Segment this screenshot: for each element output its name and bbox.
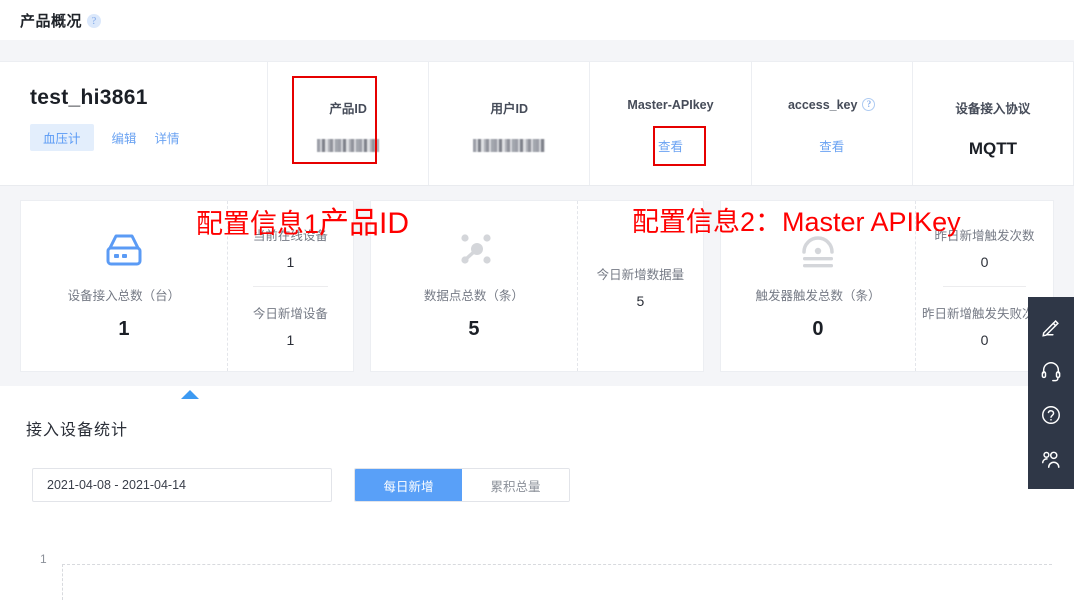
stat-main-value: 5 [468,318,479,341]
field-label-text: access_key [788,98,858,112]
stat-main-label: 触发器触发总数（条） [755,285,880,304]
stat-side-value: 5 [584,293,697,309]
product-identity: test_hi3861 血压计 编辑 详情 [0,62,268,185]
divider [253,286,328,287]
edit-link[interactable]: 编辑 [112,128,137,147]
field-label: access_key ? [788,98,876,112]
header-divider-band [0,40,1074,62]
stat-card-triggers: 触发器触发总数（条） 0 昨日新增触发次数 0 昨日新增触发失败次数 0 [720,200,1054,372]
chart-gridline-horizontal [62,564,1052,565]
stat-card-datapoints: 数据点总数（条） 5 今日新增数据量 5 [370,200,704,372]
page-title: 产品概况 [20,10,82,31]
headset-support-icon[interactable] [1028,349,1074,393]
tab-daily-new[interactable]: 每日新增 [355,469,462,501]
field-label: 产品ID [329,98,367,117]
device-protocol-value: MQTT [969,139,1017,159]
field-device-protocol: 设备接入协议 MQTT [913,62,1074,185]
chart-gridline-vertical [62,564,63,600]
stat-side-value: 1 [234,332,347,348]
field-label: 用户ID [491,98,529,117]
page-header: 产品概况 ? [0,0,1074,40]
stat-main: 设备接入总数（台） 1 [21,201,227,371]
pencil-edit-icon[interactable] [1028,305,1074,349]
stat-side-item: 当前在线设备 1 [234,225,347,270]
field-user-id: 用户ID [429,62,590,185]
user-id-redacted-value [473,139,545,152]
stat-side-label: 昨日新增触发次数 [922,225,1047,244]
divider [943,286,1026,287]
stat-main: 触发器触发总数（条） 0 [721,201,915,371]
field-master-apikey: Master-APIkey 查看 [590,62,751,185]
access-key-help-icon[interactable]: ? [862,98,875,111]
field-label: 设备接入协议 [955,98,1030,117]
field-access-key: access_key ? 查看 [752,62,913,185]
stat-main: 数据点总数（条） 5 [371,201,577,371]
stat-side-value: 0 [922,254,1047,270]
stat-main-value: 1 [118,318,129,341]
floating-side-toolbar [1028,297,1074,489]
stat-side: 当前在线设备 1 今日新增设备 1 [227,201,353,371]
stat-side-item: 今日新增数据量 5 [584,264,697,309]
data-points-icon [450,225,498,277]
date-range-input[interactable]: 2021-04-08 - 2021-04-14 [32,468,332,502]
stat-side-label: 今日新增设备 [234,303,347,322]
stat-main-value: 0 [812,318,823,341]
trigger-gauge-icon [794,225,842,277]
statistics-row: 设备接入总数（台） 1 当前在线设备 1 今日新增设备 1 [0,186,1074,386]
stat-side: 今日新增数据量 5 [577,201,703,371]
active-card-pointer [181,390,199,399]
product-summary-card: test_hi3861 血压计 编辑 详情 产品ID 用户ID Master-A… [0,62,1074,186]
product-name: test_hi3861 [30,86,267,110]
stat-side-label: 当前在线设备 [234,225,347,244]
product-id-redacted-value [317,139,379,152]
stat-side-item: 今日新增设备 1 [234,303,347,348]
stat-main-label: 数据点总数（条） [424,285,524,304]
statistics-mode-toggle: 每日新增 累积总量 [354,468,570,502]
product-overview-page: 产品概况 ? test_hi3861 血压计 编辑 详情 产品ID 用户ID M… [0,0,1074,600]
tab-cumulative-total[interactable]: 累积总量 [462,469,569,501]
stat-side-item: 昨日新增触发次数 0 [922,225,1047,270]
people-community-icon[interactable] [1028,437,1074,481]
statistics-controls: 2021-04-08 - 2021-04-14 每日新增 累积总量 [0,468,1074,502]
chart-y-tick-1: 1 [40,552,47,566]
device-server-icon [100,225,148,277]
detail-link[interactable]: 详情 [155,128,180,147]
product-category-tag: 血压计 [30,124,94,151]
stat-side-value: 1 [234,254,347,270]
view-access-key-link[interactable]: 查看 [819,136,844,155]
field-product-id: 产品ID [268,62,429,185]
view-master-apikey-link[interactable]: 查看 [658,136,683,155]
question-help-icon[interactable] [1028,393,1074,437]
section-title: 接入设备统计 [0,416,1074,440]
field-label: Master-APIkey [627,98,713,112]
stat-card-devices: 设备接入总数（台） 1 当前在线设备 1 今日新增设备 1 [20,200,354,372]
stat-side-label: 今日新增数据量 [584,264,697,283]
help-icon[interactable]: ? [87,14,101,28]
stat-main-label: 设备接入总数（台） [68,285,181,304]
